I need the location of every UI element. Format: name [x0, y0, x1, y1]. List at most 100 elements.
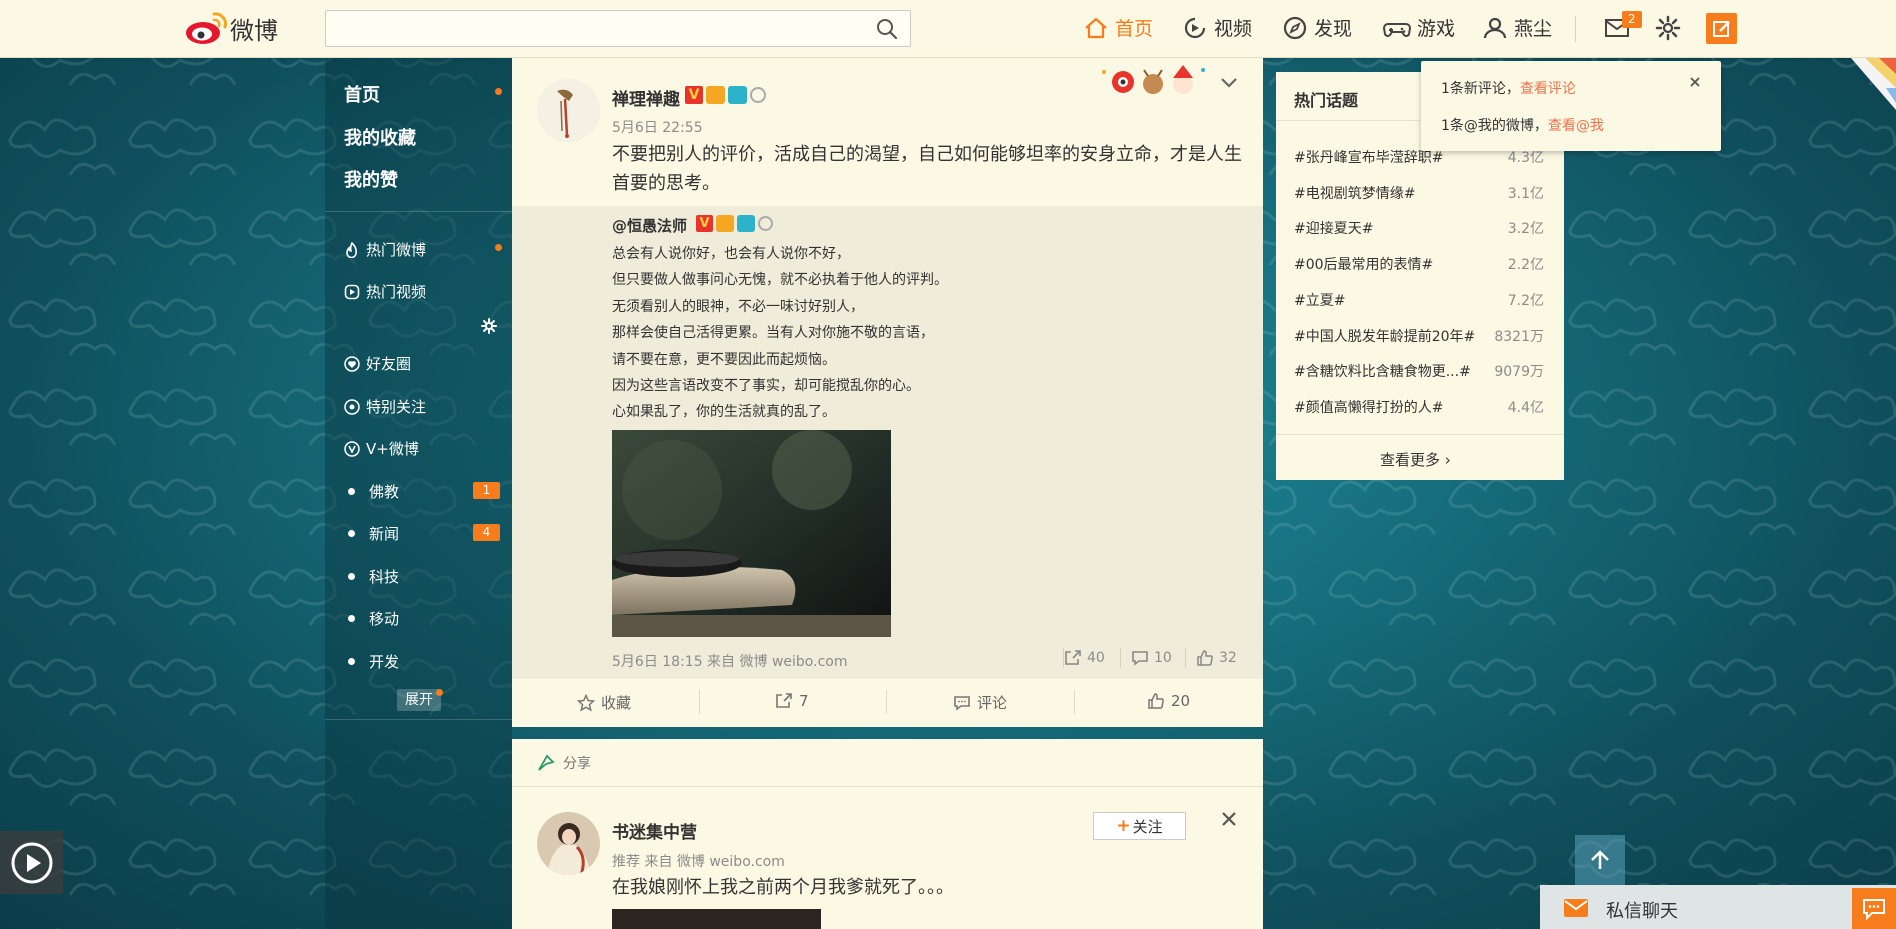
chat-bubble-icon	[1863, 899, 1885, 920]
new-dot	[495, 88, 502, 95]
quoted-repost-count[interactable]: 40	[1064, 650, 1105, 666]
avatar[interactable]	[537, 812, 600, 875]
chat-open-button[interactable]	[1852, 888, 1896, 929]
post-image[interactable]	[612, 430, 891, 637]
share-label: 分享	[563, 756, 591, 772]
bullet-dot	[348, 615, 355, 622]
sidebar-topic-tech[interactable]: 科技	[344, 566, 399, 587]
user-badges: V	[685, 86, 766, 104]
expand-button[interactable]: 展开	[397, 689, 441, 711]
trend-count: 7.2亿	[1507, 293, 1544, 309]
private-chat-bar[interactable]	[1540, 885, 1896, 929]
trend-item[interactable]: #含糖饮料比含糖食物更...#	[1294, 361, 1471, 381]
repost-button[interactable]: 7	[775, 692, 809, 710]
search-input[interactable]	[325, 10, 911, 47]
view-comments-link[interactable]: 查看评论	[1520, 81, 1576, 97]
eye-icon	[344, 398, 360, 415]
view-mentions-link[interactable]: 查看@我	[1548, 118, 1604, 134]
search-icon[interactable]	[876, 18, 898, 40]
mail-icon	[1564, 899, 1588, 917]
comment-label: 评论	[977, 694, 1008, 712]
sidebar-topic-dev[interactable]: 开发	[344, 651, 399, 672]
nav-games[interactable]: 游戏	[1383, 14, 1455, 41]
new-comment-notice: 1条新评论，查看评论	[1441, 78, 1576, 98]
chat-label: 私信聊天	[1606, 901, 1678, 922]
sidebar-item-likes[interactable]: 我的赞	[344, 166, 398, 192]
sidebar-topic-mobile[interactable]: 移动	[344, 608, 399, 629]
trend-item[interactable]: #中国人脱发年龄提前20年#	[1294, 326, 1475, 346]
skin-corner-icon[interactable]	[1851, 58, 1896, 110]
favorite-button[interactable]: 收藏	[577, 692, 631, 713]
arrow-up-icon	[1591, 850, 1609, 869]
sidebar-item-home[interactable]: 首页	[344, 81, 380, 107]
topic-badge: 4	[473, 524, 500, 541]
sidebar-label: 热门微博	[366, 241, 427, 259]
sidebar-topic-news[interactable]: 新闻	[344, 523, 399, 544]
weibo-logo[interactable]: 微博	[184, 9, 278, 47]
flame-icon	[346, 241, 357, 258]
back-to-top-button[interactable]	[1575, 835, 1625, 885]
quoted-like-count[interactable]: 32	[1196, 650, 1237, 666]
trend-item[interactable]: #电视剧筑梦情缘#	[1294, 183, 1415, 203]
heart-icon	[344, 355, 360, 372]
compose-button[interactable]	[1706, 13, 1737, 44]
close-icon[interactable]	[1221, 811, 1237, 827]
chevron-down-icon[interactable]	[1220, 76, 1238, 90]
like-button[interactable]: 20	[1147, 692, 1190, 710]
post-meta[interactable]: 推荐 来自 微博 weibo.com	[612, 851, 785, 871]
sidebar-item-hot-video[interactable]: 热门视频	[344, 281, 426, 302]
trend-item[interactable]: #迎接夏天#	[1294, 218, 1373, 238]
trend-item[interactable]: #立夏#	[1294, 290, 1345, 310]
verified-v-icon: V	[685, 86, 703, 104]
comment-button[interactable]: 评论	[953, 692, 1007, 713]
close-icon[interactable]	[1689, 76, 1701, 88]
stat-divider	[1063, 648, 1064, 668]
gear-icon[interactable]	[1655, 15, 1681, 41]
action-divider	[699, 690, 700, 714]
action-divider	[886, 690, 887, 714]
trend-item[interactable]: #颜值高懒得打扮的人#	[1294, 397, 1443, 417]
sidebar-item-hot-weibo[interactable]: 热门微博	[344, 239, 426, 260]
nav-home[interactable]: 首页	[1083, 14, 1153, 41]
quoted-comment-count[interactable]: 10	[1131, 650, 1172, 666]
sidebar-label: 特别关注	[366, 398, 427, 416]
trend-item[interactable]: #00后最常用的表情#	[1294, 254, 1433, 274]
sidebar-item-friends[interactable]: 好友圈	[344, 353, 411, 374]
stat-divider	[1120, 648, 1121, 668]
quoted-post-meta[interactable]: 5月6日 18:15 来自 微博 weibo.com	[612, 651, 847, 671]
sidebar-label: 科技	[369, 568, 400, 586]
sidebar-item-special[interactable]: 特别关注	[344, 396, 426, 417]
holiday-decoration-icon	[1102, 65, 1205, 94]
sidebar-settings-icon[interactable]	[481, 318, 497, 334]
sidebar-item-vplus[interactable]: V+微博	[344, 438, 419, 459]
comment-icon	[954, 695, 970, 711]
nav-profile[interactable]: 燕尘	[1482, 14, 1552, 41]
video-icon	[1184, 17, 1206, 38]
topic-badge: 1	[473, 482, 500, 499]
nav-divider	[1575, 16, 1576, 42]
quoted-username[interactable]: @恒愚法师	[612, 215, 687, 236]
thumbs-up-icon	[1148, 693, 1164, 709]
video-player-button[interactable]	[0, 831, 63, 894]
avatar[interactable]	[537, 79, 600, 142]
post-time[interactable]: 5月6日 22:55	[612, 117, 703, 137]
nav-games-label: 游戏	[1417, 18, 1456, 40]
follow-button[interactable]: + 关注	[1093, 812, 1186, 840]
view-more-link[interactable]: 查看更多 ›	[1380, 449, 1451, 470]
nav-video[interactable]: 视频	[1182, 14, 1252, 41]
card-divider	[512, 786, 1263, 787]
nav-video-label: 视频	[1214, 18, 1253, 40]
nav-discover[interactable]: 发现	[1282, 14, 1352, 41]
nav-discover-label: 发现	[1314, 18, 1353, 40]
trend-count: 3.2亿	[1507, 221, 1544, 237]
post-image[interactable]	[612, 909, 821, 929]
star-icon	[577, 693, 595, 712]
nav-profile-label: 燕尘	[1514, 18, 1553, 40]
sidebar-label: 热门视频	[366, 283, 427, 301]
sidebar-topic-buddhism[interactable]: 佛教	[344, 481, 399, 502]
mention-notice: 1条@我的微博，查看@我	[1441, 115, 1604, 135]
post-username[interactable]: 禅理禅趣	[612, 85, 680, 110]
post-username[interactable]: 书迷集中营	[612, 818, 697, 843]
trend-count: 3.1亿	[1507, 186, 1544, 202]
sidebar-item-favorites[interactable]: 我的收藏	[344, 124, 416, 150]
